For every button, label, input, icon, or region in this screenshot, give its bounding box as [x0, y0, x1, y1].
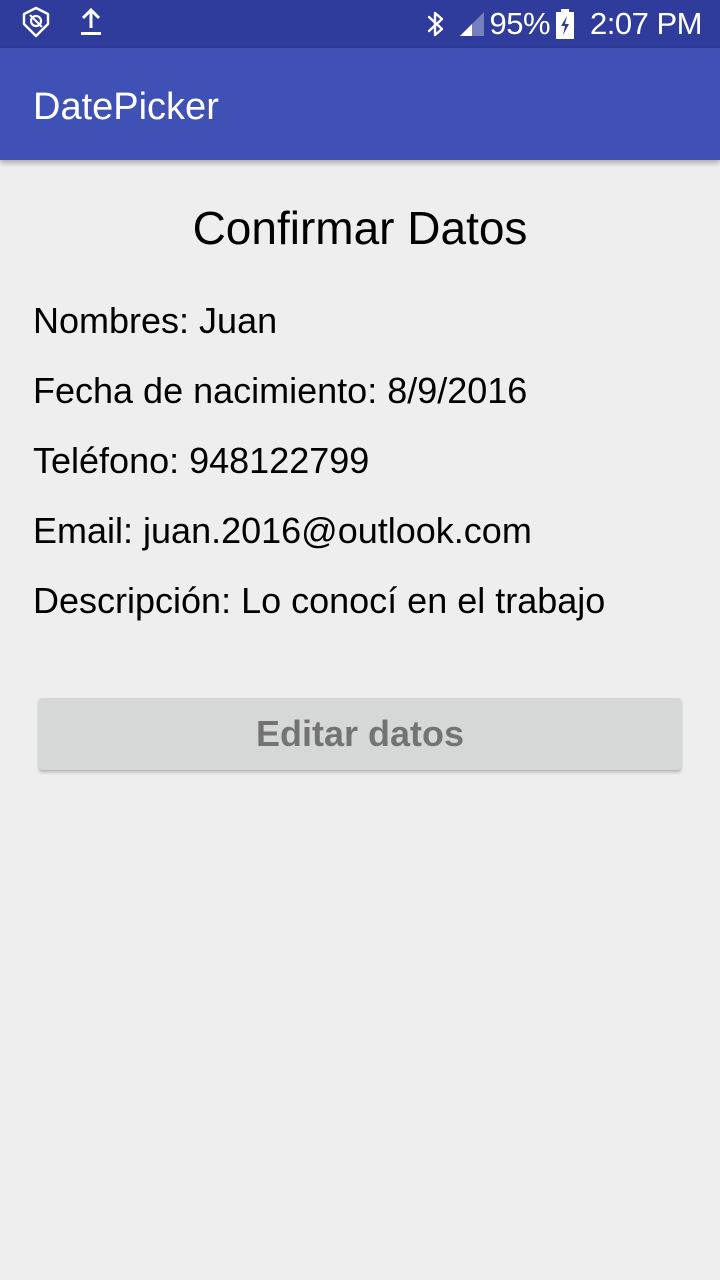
field-telefono: Teléfono: 948122799 [33, 440, 370, 481]
field-nombres: Nombres: Juan [33, 300, 278, 341]
status-system: 95% 2:07 PM [424, 6, 702, 42]
status-notifications [20, 6, 104, 43]
field-fecha-nacimiento: Fecha de nacimiento: 8/9/2016 [33, 370, 528, 411]
bluetooth-icon [424, 8, 448, 40]
signal-icon [458, 10, 486, 38]
battery-percent: 95% [489, 6, 551, 41]
field-email: Email: juan.2016@outlook.com [33, 510, 532, 551]
app-title: DatePicker [33, 86, 219, 128]
status-time: 2:07 PM [590, 6, 702, 41]
page-heading: Confirmar Datos [192, 202, 528, 254]
app-notification-icon [20, 6, 52, 43]
status-bar: 95% 2:07 PM [0, 0, 720, 48]
upload-icon [78, 7, 104, 42]
battery-charging-icon [554, 8, 576, 40]
field-descripcion: Descripción: Lo conocí en el trabajo [33, 580, 606, 621]
edit-data-button[interactable]: Editar datos [39, 698, 681, 770]
